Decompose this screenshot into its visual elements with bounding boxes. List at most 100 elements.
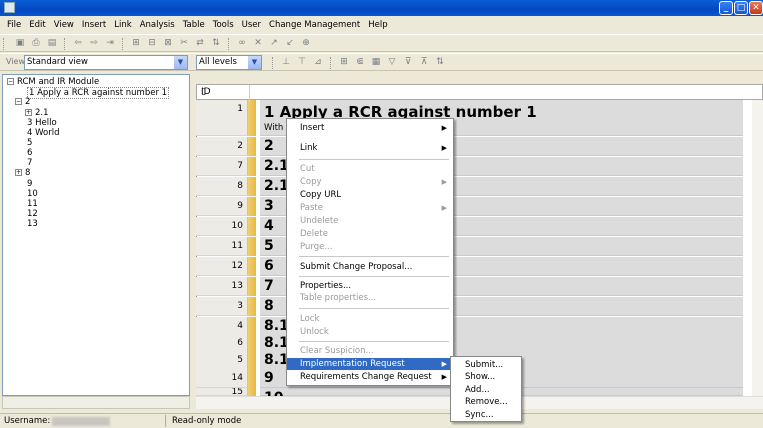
link-target-icon[interactable]: ↙	[284, 38, 296, 49]
menu-item-submit-change-proposal[interactable]: Submit Change Proposal...	[287, 261, 453, 273]
submenu-item-remove[interactable]: Remove...	[465, 396, 508, 408]
menu-item-delete[interactable]: Delete	[287, 228, 453, 240]
module-tree[interactable]: − RCM and IR Module 1 Apply a RCR against…	[2, 74, 190, 396]
close-icon[interactable]: ✕	[749, 1, 763, 15]
menu-item-link[interactable]: Link ▶	[287, 142, 453, 154]
cut-object-icon[interactable]: ✂	[178, 38, 190, 49]
insert-heading-icon[interactable]: ⊞	[130, 38, 142, 49]
filter-text-icon[interactable]: ⊿	[312, 57, 324, 68]
menu-item-table-properties[interactable]: Table properties...	[287, 292, 453, 304]
filter-icon[interactable]: ▽	[386, 57, 398, 68]
tree-item-8[interactable]: +8	[15, 168, 30, 178]
menu-table[interactable]: Table	[179, 18, 209, 32]
menu-item-requirements-change-request[interactable]: Requirements Change Request ▶	[287, 371, 453, 383]
menu-item-cut[interactable]: Cut	[287, 163, 453, 175]
move-icon[interactable]: ⇥	[104, 38, 116, 49]
insert-table-icon[interactable]: ⊠	[162, 38, 174, 49]
column-options-icon[interactable]: ▯	[201, 87, 754, 97]
tree-item-13[interactable]: 13	[27, 219, 38, 229]
toolbar-grip[interactable]	[3, 38, 6, 50]
submenu-item-submit[interactable]: Submit...	[465, 359, 503, 371]
menu-change-management[interactable]: Change Management	[265, 18, 364, 32]
grid-vertical-scrollbar[interactable]	[752, 100, 763, 396]
print-icon[interactable]: ⎙	[30, 38, 42, 49]
menu-analysis[interactable]: Analysis	[136, 18, 179, 32]
table-row[interactable]: 38	[196, 297, 763, 316]
minimize-icon[interactable]: _	[719, 1, 733, 15]
table-row[interactable]: 11 5	[196, 237, 763, 256]
menu-view[interactable]: View	[50, 18, 78, 32]
menu-insert[interactable]: Insert	[78, 18, 110, 32]
title-bar[interactable]: _ □ ✕	[0, 0, 763, 16]
collapse-icon[interactable]: −	[15, 98, 22, 105]
tree-item-4[interactable]: 4 World	[27, 128, 59, 138]
tree-item-3[interactable]: 3 Hello	[27, 118, 57, 128]
pane-splitter[interactable]	[192, 74, 195, 409]
table-row[interactable]: 22	[196, 137, 763, 156]
save-icon[interactable]: ▣	[14, 38, 26, 49]
expand-icon[interactable]: +	[15, 169, 22, 176]
insert-object-icon[interactable]: ⊟	[146, 38, 158, 49]
menu-item-copy[interactable]: Copy ▶	[287, 176, 453, 188]
compare-icon[interactable]: ⋐	[354, 57, 366, 68]
outline-icon[interactable]: ⊤	[296, 57, 308, 68]
tree-item-9[interactable]: 9	[27, 179, 32, 189]
print-preview-icon[interactable]: ▤	[46, 38, 58, 49]
merge-icon[interactable]: ⇄	[194, 38, 206, 49]
tree-item-7[interactable]: 7	[27, 158, 32, 168]
view-select[interactable]: Standard view ▼	[24, 55, 188, 70]
table-row[interactable]: 93	[196, 197, 763, 216]
levels-select[interactable]: All levels ▼	[196, 55, 262, 70]
columns-icon[interactable]: ⊞	[338, 57, 350, 68]
promote-icon[interactable]: ⇦	[72, 38, 84, 49]
sort-icon[interactable]: ⇅	[434, 57, 446, 68]
split-icon[interactable]: ⇅	[210, 38, 222, 49]
expand-icon[interactable]: +	[25, 109, 32, 116]
demote-icon[interactable]: ⇨	[88, 38, 100, 49]
tree-item-6[interactable]: 6	[27, 148, 32, 158]
tree-item-12[interactable]: 12	[27, 209, 38, 219]
menu-item-paste[interactable]: Paste ▶	[287, 202, 453, 214]
collapse-icon[interactable]: −	[7, 78, 14, 85]
menu-user[interactable]: User	[238, 18, 265, 32]
menu-item-properties[interactable]: Properties...	[287, 280, 453, 292]
menu-edit[interactable]: Edit	[25, 18, 49, 32]
menu-item-insert[interactable]: Insert ▶	[287, 122, 453, 134]
table-row[interactable]: 10 4	[196, 217, 763, 236]
table-row[interactable]: 13 7	[196, 277, 763, 296]
table-row[interactable]: 7 2.1	[196, 157, 763, 176]
submenu-item-add[interactable]: Add...	[465, 384, 490, 396]
tree-horizontal-scrollbar[interactable]	[2, 396, 190, 409]
filter-off-icon[interactable]: ⊼	[418, 57, 430, 68]
menu-item-unlock[interactable]: Unlock	[287, 326, 453, 338]
tree-item-1[interactable]: 1 Apply a RCR against number 1	[27, 87, 170, 99]
tree-item-10[interactable]: 10	[27, 189, 38, 199]
submenu-item-sync[interactable]: Sync...	[465, 409, 494, 421]
menu-file[interactable]: File	[3, 18, 25, 32]
link-source-icon[interactable]: ↗	[268, 38, 280, 49]
link-icon[interactable]: ∞	[236, 38, 248, 49]
chevron-down-icon[interactable]: ▼	[248, 56, 261, 69]
menu-link[interactable]: Link	[110, 18, 135, 32]
submenu-item-show[interactable]: Show...	[465, 371, 495, 383]
menu-item-copy-url[interactable]: Copy URL	[287, 189, 453, 201]
filter-advanced-icon[interactable]: ⊽	[402, 57, 414, 68]
table-row[interactable]: 8 2.1	[196, 177, 763, 196]
menu-tools[interactable]: Tools	[209, 18, 238, 32]
menu-item-clear-suspicion[interactable]: Clear Suspicion...	[287, 345, 453, 357]
level-icon[interactable]: ⊥	[280, 57, 292, 68]
maximize-icon[interactable]: □	[734, 1, 748, 15]
tree-item-5[interactable]: 5	[27, 138, 32, 148]
tree-item-2[interactable]: −2	[15, 97, 30, 107]
tree-root[interactable]: − RCM and IR Module	[7, 77, 99, 87]
tree-item-11[interactable]: 11	[27, 199, 38, 209]
table-view-icon[interactable]: ▦	[370, 57, 382, 68]
menu-item-undelete[interactable]: Undelete	[287, 215, 453, 227]
delete-link-icon[interactable]: ✕	[252, 38, 264, 49]
menu-item-purge[interactable]: Purge...	[287, 241, 453, 253]
menu-item-lock[interactable]: Lock	[287, 313, 453, 325]
tree-item-2-1[interactable]: +2.1	[25, 108, 49, 118]
chevron-down-icon[interactable]: ▼	[174, 56, 187, 69]
menu-help[interactable]: Help	[364, 18, 391, 32]
link-module-icon[interactable]: ⊕	[300, 38, 312, 49]
